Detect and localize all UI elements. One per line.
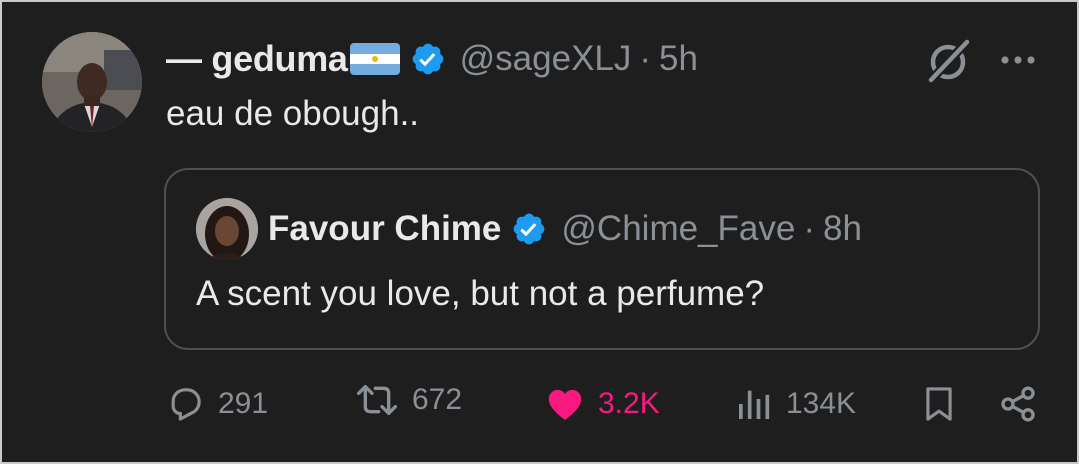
post-timestamp[interactable]: 5h [659, 39, 698, 79]
views-button[interactable]: 134K [734, 382, 856, 426]
share-button[interactable] [998, 382, 1038, 426]
repost-count: 672 [412, 383, 463, 416]
post-frame: — geduma @sageXLJ · 5h eau de obough.. F… [0, 0, 1079, 464]
author-handle[interactable]: @sageXLJ [460, 39, 632, 79]
repost-icon [356, 385, 397, 415]
reply-button[interactable]: 291 [166, 382, 268, 426]
separator-dot: · [639, 39, 652, 78]
quoted-author-name[interactable]: Favour Chime [268, 209, 501, 249]
like-count: 3.2K [598, 387, 660, 420]
post-text: eau de obough.. [166, 94, 420, 133]
quoted-author-handle[interactable]: @Chime_Fave [561, 209, 795, 249]
analytics-icon [739, 390, 770, 419]
repost-button[interactable]: 672 [354, 378, 462, 422]
share-icon [1001, 386, 1035, 422]
verified-badge-icon[interactable] [511, 211, 547, 247]
more-icon[interactable] [1000, 52, 1036, 68]
quoted-post-text: A scent you love, but not a perfume? [196, 274, 765, 313]
heart-icon [548, 389, 582, 420]
quoted-author-avatar[interactable] [196, 198, 258, 260]
separator-dot: · [803, 209, 815, 248]
bookmark-icon [926, 387, 952, 421]
grok-icon[interactable] [924, 39, 974, 83]
author-avatar[interactable] [42, 32, 142, 132]
bookmark-button[interactable] [920, 382, 958, 426]
quoted-header: Favour Chime @Chime_Fave · 8h [268, 206, 862, 252]
author-avatar-image [42, 32, 142, 132]
like-button[interactable]: 3.2K [544, 382, 660, 426]
author-name[interactable]: — geduma [166, 38, 348, 80]
quoted-avatar-image [196, 198, 258, 260]
views-count: 134K [786, 387, 857, 420]
quoted-post[interactable]: Favour Chime @Chime_Fave · 8h A scent yo… [164, 168, 1040, 350]
verified-badge-icon[interactable] [410, 41, 446, 77]
reply-icon [171, 388, 201, 421]
post-header: — geduma @sageXLJ · 5h [166, 34, 698, 84]
argentina-flag-icon [349, 43, 400, 75]
quoted-timestamp[interactable]: 8h [823, 209, 862, 249]
reply-count: 291 [218, 387, 269, 420]
